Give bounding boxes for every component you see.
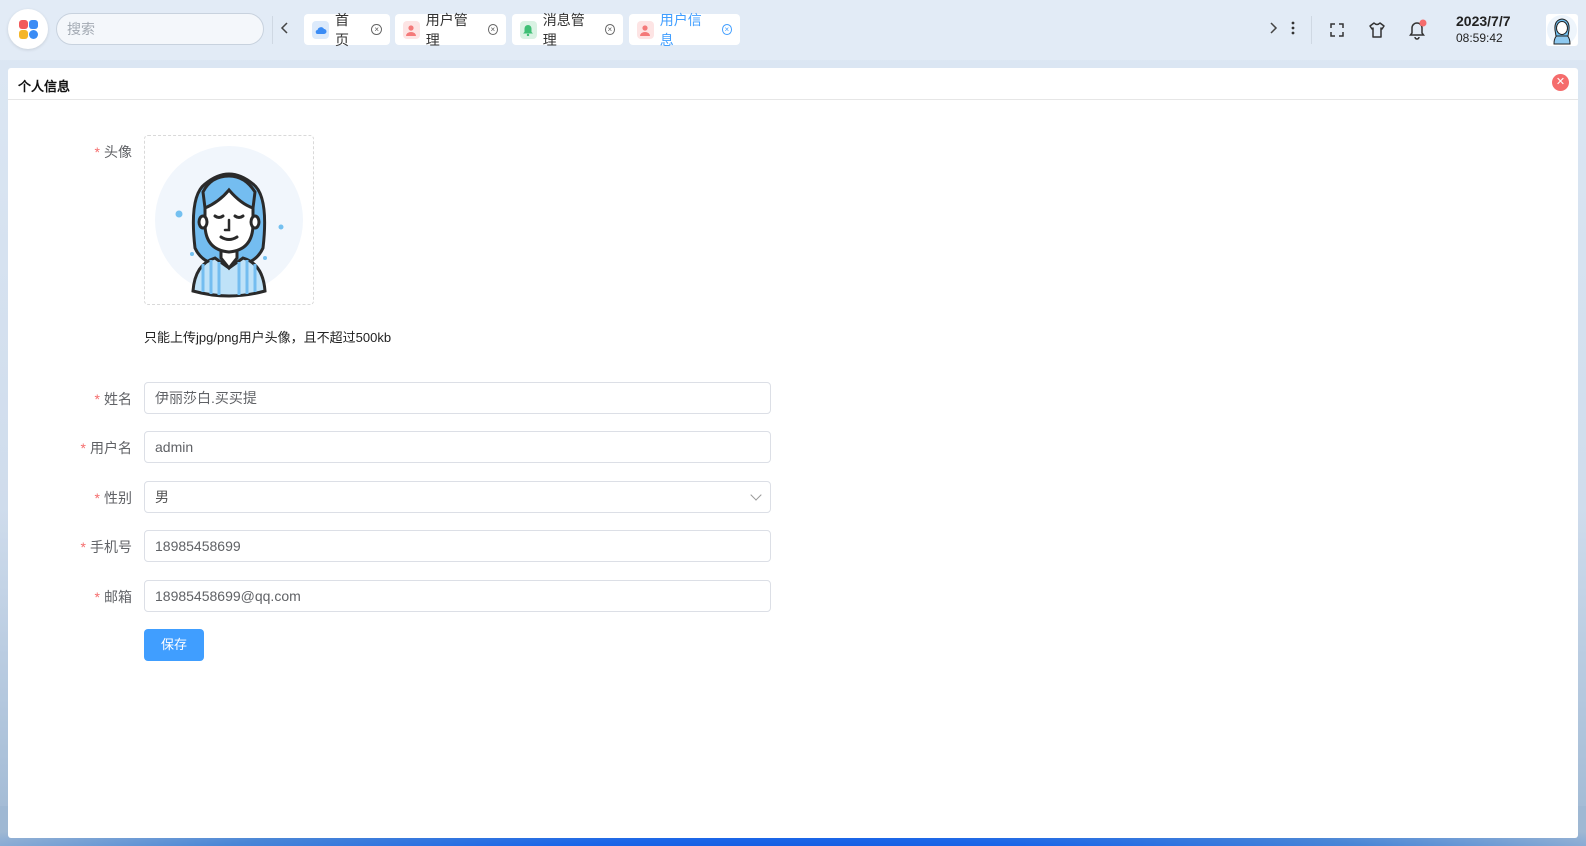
required-mark: *	[94, 490, 100, 506]
label-text: 性别	[104, 490, 132, 506]
bell-icon	[520, 20, 537, 39]
label-text: 头像	[104, 144, 132, 160]
divider	[1311, 16, 1312, 44]
tabs-scroll-left-button[interactable]	[274, 18, 296, 42]
required-mark: *	[80, 539, 86, 555]
username-label: * 用户名	[52, 438, 132, 458]
avatar-label: * 头像	[52, 142, 132, 162]
user-avatar[interactable]	[1546, 14, 1578, 46]
save-button[interactable]: 保存	[144, 629, 204, 661]
bell-icon	[1409, 19, 1427, 40]
name-label: * 姓名	[52, 389, 132, 409]
more-menu-button[interactable]	[1282, 18, 1304, 42]
panel-header: 个人信息 ✕	[8, 68, 1578, 100]
tshirt-icon	[1369, 22, 1385, 38]
avatar-upload[interactable]	[144, 135, 314, 305]
name-field[interactable]	[144, 382, 771, 414]
close-icon[interactable]: ×	[371, 24, 382, 35]
panel-close-button[interactable]: ✕	[1552, 74, 1569, 91]
gender-select-value: 男	[155, 489, 169, 505]
divider	[272, 16, 273, 44]
label-text: 手机号	[90, 539, 132, 555]
fullscreen-icon	[1330, 23, 1344, 37]
avatar-icon	[1547, 15, 1577, 45]
tab-label: 消息管理	[542, 11, 585, 48]
personal-info-panel: 个人信息 ✕ * 头像 只能上传jpg/png用户头像，且不超过500kb * …	[8, 68, 1578, 838]
tab-user-info[interactable]: 用户信息 ×	[629, 12, 740, 48]
clock-time: 08:59:42	[1456, 31, 1503, 45]
tab-home[interactable]: 首页 ×	[304, 12, 390, 48]
more-vertical-icon	[1291, 21, 1295, 35]
email-input[interactable]	[155, 581, 760, 611]
top-bar: 首页 × 用户管理 × 消息管理 × 用户信息 ×	[0, 0, 1586, 60]
chevron-left-icon	[280, 22, 288, 34]
required-mark: *	[94, 144, 100, 160]
required-mark: *	[80, 440, 86, 456]
gender-label: * 性别	[52, 488, 132, 508]
clock: 2023/7/7 08:59:42	[1456, 13, 1536, 46]
phone-label: * 手机号	[52, 537, 132, 557]
close-icon[interactable]: ×	[721, 24, 732, 35]
username-input[interactable]	[155, 432, 760, 462]
clock-date: 2023/7/7	[1456, 13, 1511, 29]
phone-input[interactable]	[155, 531, 760, 561]
search-input[interactable]	[56, 13, 264, 45]
panel-title: 个人信息	[18, 79, 71, 94]
user-icon	[403, 20, 420, 39]
notification-dot	[1419, 19, 1427, 27]
phone-field[interactable]	[144, 530, 771, 562]
tab-label: 首页	[335, 11, 350, 48]
tab-user-management[interactable]: 用户管理 ×	[395, 12, 506, 48]
chevron-right-icon	[1270, 22, 1278, 34]
tabs-scroll-right-button[interactable]	[1262, 18, 1284, 42]
required-mark: *	[94, 589, 100, 605]
label-text: 用户名	[90, 440, 132, 456]
gender-select[interactable]: 男	[144, 481, 771, 513]
tab-message-management[interactable]: 消息管理 ×	[512, 12, 623, 48]
label-text: 姓名	[104, 391, 132, 407]
close-icon: ✕	[1555, 76, 1566, 88]
close-icon[interactable]: ×	[487, 24, 498, 35]
app-logo[interactable]	[8, 9, 48, 49]
label-text: 邮箱	[104, 589, 132, 605]
email-label: * 邮箱	[52, 587, 132, 607]
close-icon[interactable]: ×	[604, 24, 615, 35]
username-field[interactable]	[144, 431, 771, 463]
theme-button[interactable]	[1366, 19, 1388, 41]
notification-button[interactable]	[1406, 19, 1428, 41]
chevron-down-icon	[750, 489, 762, 501]
cloud-home-icon	[312, 20, 330, 39]
user-icon	[637, 20, 654, 39]
email-field[interactable]	[144, 580, 771, 612]
required-mark: *	[94, 391, 100, 407]
tab-label: 用户信息	[659, 11, 702, 48]
upload-hint: 只能上传jpg/png用户头像，且不超过500kb	[144, 330, 392, 345]
fullscreen-button[interactable]	[1326, 19, 1348, 41]
tab-label: 用户管理	[425, 11, 468, 48]
avatar-image	[155, 146, 303, 298]
name-input[interactable]	[155, 383, 760, 413]
